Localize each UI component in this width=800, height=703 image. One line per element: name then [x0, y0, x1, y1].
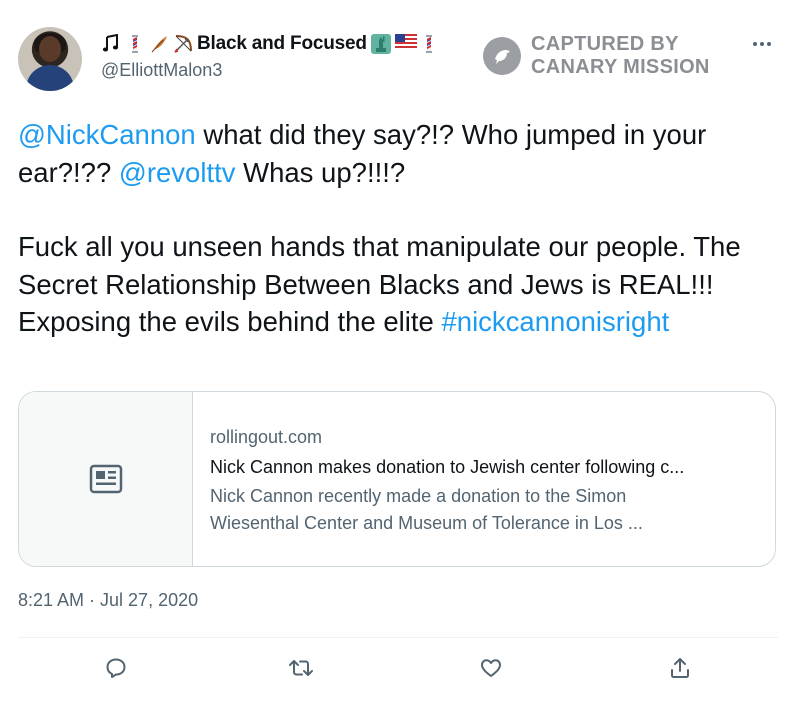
- barber-pole-icon: [419, 34, 439, 54]
- card-thumbnail: [19, 392, 193, 566]
- watermark-line2: CANARY MISSION: [531, 56, 710, 78]
- reply-icon[interactable]: [100, 652, 132, 684]
- feather-icon: [149, 34, 169, 54]
- share-icon[interactable]: [664, 652, 696, 684]
- like-icon[interactable]: [475, 652, 507, 684]
- action-bar: [0, 652, 800, 684]
- author-handle[interactable]: @ElliottMalon3: [101, 60, 222, 81]
- retweet-icon[interactable]: [285, 652, 317, 684]
- tweet-text-part: Whas up?!!!?: [235, 156, 406, 188]
- card-title: Nick Cannon makes donation to Jewish cen…: [210, 457, 685, 477]
- author-display-name[interactable]: Black and Focused: [197, 33, 367, 55]
- mention-link[interactable]: @revolttv: [119, 157, 236, 188]
- us-flag-icon: [394, 34, 417, 54]
- music-notes-icon: [101, 33, 121, 54]
- avatar[interactable]: [18, 27, 82, 91]
- more-options-icon[interactable]: [748, 34, 776, 54]
- barber-pole-icon: [125, 34, 145, 54]
- tweet-text: @NickCannon what did they say?!? Who jum…: [18, 116, 788, 341]
- tweet-timestamp[interactable]: 8:21 AM · Jul 27, 2020: [18, 590, 198, 611]
- bow-and-arrow-icon: [173, 34, 193, 54]
- divider: [18, 637, 778, 638]
- card-description: Nick Cannon recently made a donation to …: [210, 486, 643, 533]
- article-icon: [89, 464, 122, 494]
- card-domain: rollingout.com: [210, 427, 323, 447]
- canary-mission-watermark: CAPTURED BY CANARY MISSION: [483, 33, 710, 79]
- author-name-row[interactable]: Black and Focused: [101, 31, 439, 57]
- hashtag-link[interactable]: #nickcannonisright: [441, 306, 669, 337]
- watermark-line1: CAPTURED BY: [531, 33, 679, 55]
- link-preview-card[interactable]: rollingout.com Nick Cannon makes donatio…: [18, 391, 776, 567]
- mention-link[interactable]: @NickCannon: [18, 119, 196, 150]
- tweet: Black and Focused @ElliottMalon3 CAPTURE…: [0, 0, 800, 703]
- statue-of-liberty-icon: [370, 34, 391, 54]
- canary-bird-icon: [483, 37, 521, 75]
